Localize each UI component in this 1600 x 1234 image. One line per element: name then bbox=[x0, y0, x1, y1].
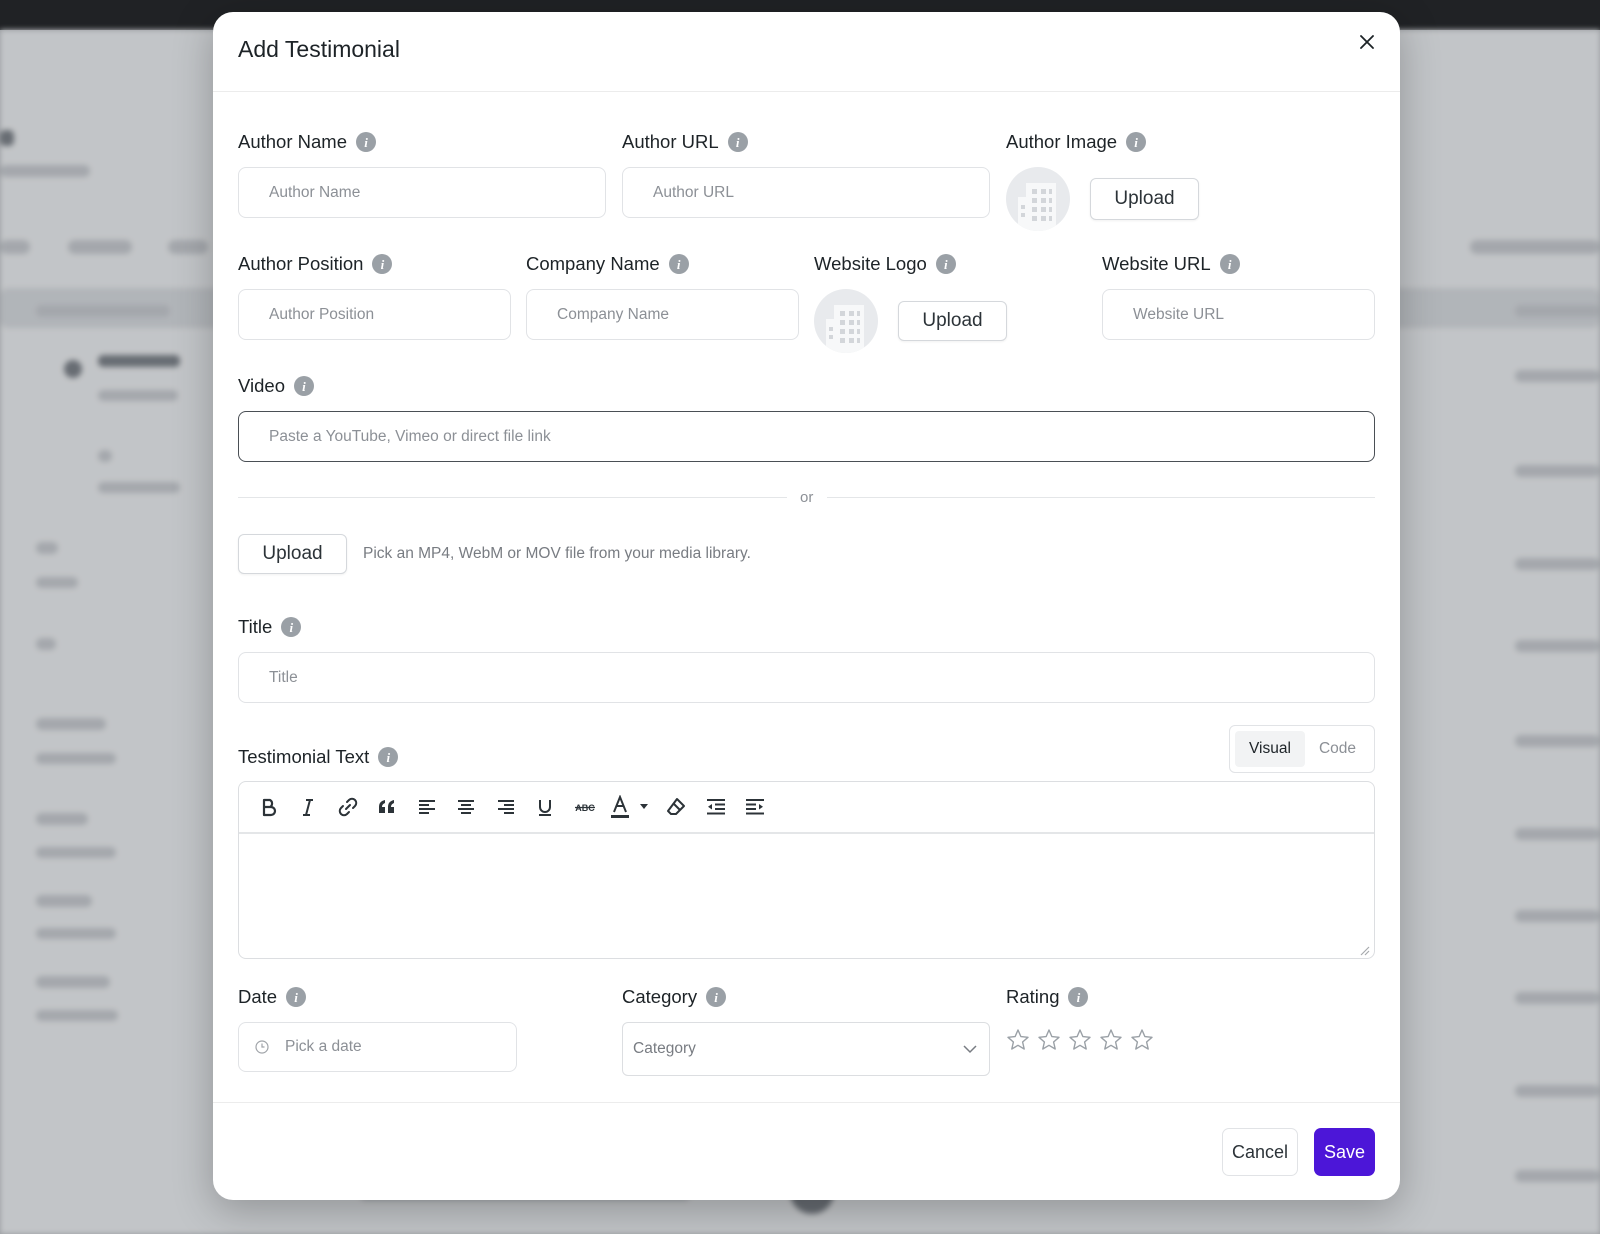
video-upload-hint: Pick an MP4, WebM or MOV file from your … bbox=[363, 545, 751, 562]
info-icon[interactable]: i bbox=[668, 254, 689, 274]
author-name-input[interactable] bbox=[238, 167, 606, 218]
align-right-button[interactable] bbox=[486, 789, 526, 825]
author-image-label: Author Image i bbox=[1006, 130, 1147, 154]
chevron-down-icon bbox=[963, 1045, 977, 1054]
website-url-label: Website URL i bbox=[1102, 252, 1240, 276]
info-icon[interactable]: i bbox=[727, 132, 748, 152]
clear-formatting-button[interactable] bbox=[657, 789, 697, 825]
resize-handle-icon[interactable] bbox=[1360, 946, 1370, 956]
star-icon[interactable] bbox=[1006, 1028, 1030, 1052]
author-url-label: Author URL i bbox=[622, 130, 748, 154]
info-icon[interactable]: i bbox=[372, 254, 393, 274]
align-left-button[interactable] bbox=[407, 789, 447, 825]
info-icon[interactable]: i bbox=[356, 132, 376, 152]
website-logo-label: Website Logo i bbox=[814, 252, 956, 276]
modal-header: Add Testimonial bbox=[213, 12, 1400, 92]
info-icon[interactable]: i bbox=[706, 987, 727, 1007]
bold-icon bbox=[262, 798, 276, 817]
website-logo-avatar bbox=[814, 289, 878, 353]
editor-toolbar: ABC bbox=[239, 782, 1374, 834]
author-name-label: Author Name i bbox=[238, 130, 376, 154]
text-color-button[interactable] bbox=[605, 789, 657, 825]
align-left-icon bbox=[418, 800, 435, 814]
title-input[interactable] bbox=[238, 652, 1375, 703]
strikethrough-icon: ABC bbox=[574, 803, 595, 813]
add-testimonial-modal: Add Testimonial Author Name i Author URL… bbox=[213, 12, 1400, 1200]
author-image-upload-button[interactable]: Upload bbox=[1090, 178, 1199, 220]
star-icon[interactable] bbox=[1130, 1028, 1154, 1052]
or-divider-right bbox=[827, 497, 1375, 498]
editor-content-area[interactable] bbox=[239, 834, 1374, 958]
star-icon[interactable] bbox=[1068, 1028, 1092, 1052]
title-label: Title i bbox=[238, 615, 302, 639]
author-position-input[interactable] bbox=[238, 289, 511, 340]
author-image-avatar bbox=[1006, 167, 1070, 231]
category-placeholder: Category bbox=[633, 1040, 696, 1057]
tab-visual[interactable]: Visual bbox=[1235, 731, 1305, 767]
date-label: Date i bbox=[238, 985, 307, 1009]
info-icon[interactable]: i bbox=[286, 987, 307, 1007]
save-button[interactable]: Save bbox=[1314, 1128, 1375, 1176]
cancel-button[interactable]: Cancel bbox=[1222, 1128, 1298, 1176]
date-picker-field[interactable]: Pick a date bbox=[238, 1022, 517, 1072]
info-icon[interactable]: i bbox=[378, 747, 399, 767]
blockquote-button[interactable] bbox=[368, 789, 408, 825]
outdent-button[interactable] bbox=[696, 789, 736, 825]
close-button[interactable] bbox=[1354, 29, 1380, 55]
underline-button[interactable] bbox=[526, 789, 566, 825]
indent-button[interactable] bbox=[736, 789, 776, 825]
building-placeholder-icon bbox=[826, 305, 864, 353]
building-placeholder-icon bbox=[1018, 183, 1056, 231]
author-position-label: Author Position i bbox=[238, 252, 393, 276]
align-center-icon bbox=[458, 800, 475, 814]
author-url-input[interactable] bbox=[622, 167, 990, 218]
outdent-icon bbox=[706, 799, 725, 815]
italic-button[interactable] bbox=[289, 789, 329, 825]
blockquote-icon bbox=[379, 800, 395, 813]
clear-formatting-icon bbox=[667, 798, 686, 815]
link-icon bbox=[338, 797, 357, 817]
link-button[interactable] bbox=[328, 789, 368, 825]
category-select[interactable]: Category bbox=[622, 1022, 990, 1076]
testimonial-text-label: Testimonial Text i bbox=[238, 745, 399, 769]
underline-icon bbox=[539, 800, 552, 816]
info-icon[interactable]: i bbox=[281, 617, 302, 637]
website-url-input[interactable] bbox=[1102, 289, 1375, 340]
align-center-button[interactable] bbox=[447, 789, 487, 825]
strikethrough-button[interactable]: ABC bbox=[565, 789, 605, 825]
info-icon[interactable]: i bbox=[1219, 254, 1240, 274]
category-label: Category i bbox=[622, 985, 727, 1009]
bold-button[interactable] bbox=[249, 789, 289, 825]
video-upload-button[interactable]: Upload bbox=[238, 534, 347, 574]
star-icon[interactable] bbox=[1099, 1028, 1123, 1052]
star-icon[interactable] bbox=[1037, 1028, 1061, 1052]
modal-title: Add Testimonial bbox=[238, 36, 400, 62]
info-icon[interactable]: i bbox=[293, 376, 314, 396]
indent-icon bbox=[746, 799, 765, 815]
info-icon[interactable]: i bbox=[1068, 987, 1089, 1007]
rating-stars bbox=[1006, 1028, 1154, 1052]
or-divider-text: or bbox=[800, 489, 814, 506]
company-name-label: Company Name i bbox=[526, 252, 689, 276]
website-logo-upload-button[interactable]: Upload bbox=[898, 301, 1007, 341]
clock-icon bbox=[255, 1040, 269, 1054]
rating-label: Rating i bbox=[1006, 985, 1089, 1009]
video-label: Video i bbox=[238, 374, 314, 398]
close-icon bbox=[1360, 35, 1374, 49]
or-divider-left bbox=[238, 497, 787, 498]
align-right-icon bbox=[497, 800, 514, 814]
tab-code[interactable]: Code bbox=[1305, 731, 1370, 767]
date-placeholder: Pick a date bbox=[285, 1038, 362, 1055]
testimonial-text-editor: ABC bbox=[238, 781, 1375, 959]
editor-mode-tabs: Visual Code bbox=[1229, 725, 1375, 773]
company-name-input[interactable] bbox=[526, 289, 799, 340]
italic-icon bbox=[303, 799, 314, 816]
text-color-icon bbox=[610, 795, 648, 818]
video-url-input[interactable] bbox=[238, 411, 1375, 462]
info-icon[interactable]: i bbox=[935, 254, 956, 274]
info-icon[interactable]: i bbox=[1126, 132, 1147, 152]
